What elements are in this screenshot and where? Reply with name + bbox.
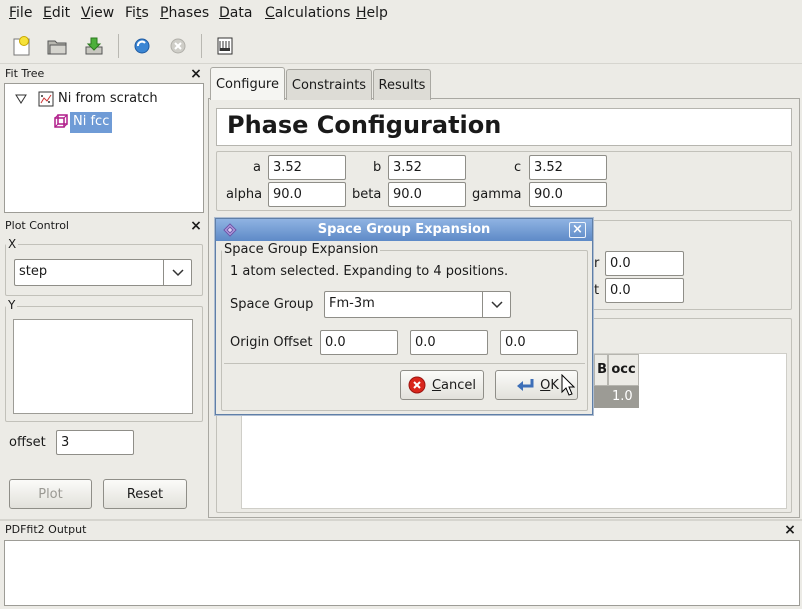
mouse-cursor-icon bbox=[561, 373, 576, 400]
table-cell[interactable] bbox=[594, 386, 608, 408]
menu-fits[interactable]: Fits bbox=[125, 5, 149, 21]
b-label: b bbox=[373, 160, 382, 175]
fit-tree-title: Fit Tree bbox=[5, 67, 45, 80]
ok-label: OK bbox=[540, 377, 559, 393]
cancel-button[interactable]: Cancel bbox=[400, 370, 484, 400]
toolbar bbox=[0, 28, 802, 64]
t-input[interactable]: 0.0 bbox=[605, 278, 684, 303]
run-icon[interactable] bbox=[129, 33, 155, 59]
structure-viewer-icon[interactable] bbox=[212, 33, 238, 59]
tab-constraints[interactable]: Constraints bbox=[286, 69, 372, 100]
stop-icon[interactable] bbox=[165, 33, 191, 59]
table-cell-occ[interactable]: 1.0 bbox=[608, 386, 639, 408]
gamma-input[interactable]: 90.0 bbox=[529, 182, 607, 207]
dialog-titlebar[interactable]: Space Group Expansion × bbox=[216, 219, 592, 241]
menu-data[interactable]: Data bbox=[219, 5, 252, 21]
tree-expander-icon[interactable] bbox=[15, 93, 27, 108]
menu-help[interactable]: Help bbox=[356, 5, 388, 21]
r-input[interactable]: 0.0 bbox=[605, 251, 684, 276]
b-input[interactable]: 3.52 bbox=[388, 155, 466, 180]
plot-control-close-icon[interactable]: × bbox=[189, 219, 203, 233]
dialog-close-icon[interactable]: × bbox=[569, 222, 586, 238]
c-label: c bbox=[514, 160, 522, 175]
cancel-icon bbox=[408, 376, 426, 394]
dialog-title: Space Group Expansion bbox=[317, 222, 491, 237]
enter-icon bbox=[517, 379, 534, 391]
a-input[interactable]: 3.52 bbox=[268, 155, 346, 180]
y-list[interactable] bbox=[13, 319, 193, 414]
column-header-b[interactable]: B bbox=[594, 354, 608, 386]
expansion-message: 1 atom selected. Expanding to 4 position… bbox=[230, 264, 509, 279]
page-title: Phase Configuration bbox=[216, 108, 792, 146]
offset-input[interactable]: 3 bbox=[56, 430, 134, 455]
offset-label: offset bbox=[9, 435, 46, 450]
x-label: X bbox=[6, 237, 19, 251]
dialog-divider bbox=[224, 363, 585, 364]
r-label: r bbox=[594, 256, 600, 271]
save-icon[interactable] bbox=[81, 33, 107, 59]
output-divider[interactable] bbox=[0, 519, 802, 521]
menu-view[interactable]: View bbox=[81, 5, 114, 21]
t-label: t bbox=[594, 283, 600, 298]
menubar: File Edit View Fits Phases Data Calculat… bbox=[0, 0, 802, 28]
space-group-select[interactable]: Fm-3m bbox=[324, 291, 511, 318]
plot-button[interactable]: Plot bbox=[9, 479, 92, 509]
c-input[interactable]: 3.52 bbox=[529, 155, 607, 180]
alpha-label: alpha bbox=[226, 187, 263, 202]
output-close-icon[interactable]: × bbox=[783, 523, 797, 537]
cancel-label: Cancel bbox=[431, 377, 477, 393]
chevron-down-icon bbox=[482, 292, 510, 317]
tab-configure[interactable]: Configure bbox=[210, 67, 285, 100]
origin-offset-z-input[interactable]: 0.0 bbox=[500, 330, 578, 355]
tree-item-phase[interactable]: Ni fcc bbox=[70, 112, 113, 133]
open-folder-icon[interactable] bbox=[44, 33, 70, 59]
output-text[interactable] bbox=[4, 540, 800, 606]
chevron-down-icon bbox=[163, 260, 191, 285]
plot-control-title: Plot Control bbox=[5, 219, 69, 232]
reset-button[interactable]: Reset bbox=[103, 479, 187, 509]
beta-input[interactable]: 90.0 bbox=[388, 182, 466, 207]
origin-offset-y-input[interactable]: 0.0 bbox=[410, 330, 488, 355]
fit-tree-close-icon[interactable]: × bbox=[189, 67, 203, 81]
expansion-group-label: Space Group Expansion bbox=[222, 242, 381, 257]
origin-offset-x-input[interactable]: 0.0 bbox=[320, 330, 398, 355]
tree-item-fit[interactable]: Ni from scratch bbox=[58, 91, 158, 106]
space-group-dialog: Space Group Expansion × Space Group Expa… bbox=[215, 218, 593, 415]
tab-results[interactable]: Results bbox=[373, 69, 431, 100]
output-title: PDFfit2 Output bbox=[5, 523, 87, 536]
a-label: a bbox=[253, 160, 261, 175]
menu-phases[interactable]: Phases bbox=[160, 5, 209, 21]
alpha-input[interactable]: 90.0 bbox=[268, 182, 346, 207]
menu-file[interactable]: File bbox=[9, 5, 32, 21]
space-group-label: Space Group bbox=[230, 297, 314, 312]
x-select-value: step bbox=[19, 264, 48, 279]
gamma-label: gamma bbox=[472, 187, 522, 202]
origin-offset-label: Origin Offset bbox=[230, 335, 313, 350]
y-label: Y bbox=[6, 298, 18, 312]
new-icon[interactable] bbox=[9, 33, 35, 59]
phase-icon bbox=[53, 114, 69, 134]
fit-icon bbox=[38, 91, 54, 111]
beta-label: beta bbox=[352, 187, 382, 202]
space-group-value: Fm-3m bbox=[329, 296, 375, 311]
column-header-occ[interactable]: occ bbox=[608, 354, 639, 386]
menu-edit[interactable]: Edit bbox=[43, 5, 70, 21]
fit-tree[interactable]: Ni from scratch Ni fcc bbox=[4, 83, 204, 213]
x-select[interactable]: step bbox=[14, 259, 192, 286]
menu-calculations[interactable]: Calculations bbox=[265, 5, 350, 21]
